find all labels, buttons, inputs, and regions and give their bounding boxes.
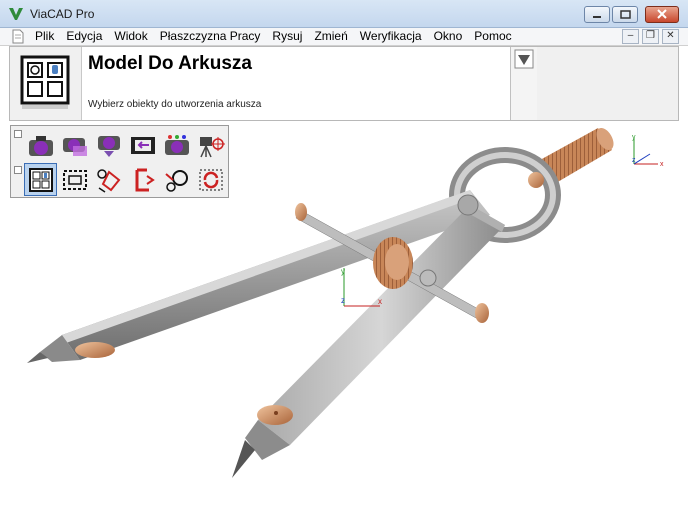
mdi-restore-button[interactable]: ❐	[642, 29, 659, 44]
menu-items: Plik Edycja Widok Płaszczyzna Pracy Rysu…	[35, 29, 524, 44]
triangle-down-icon	[514, 49, 534, 69]
menu-bar: Plik Edycja Widok Płaszczyzna Pracy Rysu…	[0, 28, 688, 46]
camera-alt-button[interactable]	[160, 128, 193, 161]
tool-title: Model Do Arkusza	[88, 53, 252, 74]
trim-bracket-icon	[135, 168, 155, 191]
tool-header: Model Do Arkusza Wybierz obiekty do utwo…	[9, 46, 679, 121]
floating-toolbar	[10, 125, 229, 198]
camera-view-button[interactable]	[24, 128, 57, 161]
model-to-sheet-icon	[20, 55, 70, 109]
model-to-sheet-button[interactable]	[24, 163, 57, 196]
menu-okno[interactable]: Okno	[434, 29, 470, 44]
axis-y-label: y	[341, 267, 345, 276]
menu-edycja[interactable]: Edycja	[66, 29, 109, 44]
tripod-target-icon	[199, 136, 225, 157]
mdi-restore-icon: ❐	[646, 30, 655, 41]
close-button[interactable]	[645, 6, 679, 23]
model-to-sheet-icon	[28, 167, 53, 192]
title-bar: ViaCAD Pro	[0, 0, 688, 28]
axis-x-label: x	[378, 297, 382, 306]
small-axis-z-label: z	[632, 157, 636, 164]
camera-alt-icon	[164, 134, 189, 155]
camera-stack-icon	[62, 137, 87, 156]
rectangle-select-button[interactable]	[58, 163, 91, 196]
viacad-logo-icon	[9, 8, 23, 20]
minimize-icon	[593, 16, 601, 18]
orientation-axis-indicator: y z x	[632, 134, 664, 168]
document-icon[interactable]	[12, 29, 24, 44]
menu-pomoc[interactable]: Pomoc	[474, 29, 518, 44]
mdi-close-icon: ✕	[666, 30, 675, 41]
menu-rysuj[interactable]: Rysuj	[272, 29, 309, 44]
tripod-target-button[interactable]	[194, 128, 227, 161]
window-title: ViaCAD Pro	[30, 7, 95, 21]
mdi-minimize-button[interactable]: –	[622, 29, 639, 44]
world-axis-indicator: y z x	[341, 267, 382, 307]
axis-z-label: z	[341, 296, 345, 305]
small-axis-x-label: x	[660, 161, 664, 168]
refresh-button[interactable]	[194, 163, 227, 196]
menu-zmien[interactable]: Zmień	[314, 29, 354, 44]
pivot-joint	[457, 194, 479, 216]
toolbar-row-1	[24, 128, 227, 161]
film-import-icon	[130, 136, 155, 154]
circle-arrow-icon	[164, 169, 188, 192]
camera-purple-icon	[28, 135, 53, 156]
rotate-shape-button[interactable]	[92, 163, 125, 196]
menu-plik[interactable]: Plik	[35, 29, 61, 44]
header-dropdown-button[interactable]	[510, 47, 537, 120]
small-axis-y-label: y	[632, 134, 636, 141]
menu-weryfikacja[interactable]: Weryfikacja	[360, 29, 429, 44]
toolbar-row1-grip[interactable]	[14, 130, 22, 138]
mdi-close-button[interactable]: ✕	[662, 29, 679, 44]
maximize-icon	[620, 10, 631, 19]
rotate-shape-icon	[96, 168, 120, 193]
tool-icon-area	[10, 47, 82, 120]
rectangle-select-icon	[62, 169, 87, 190]
leg-joint	[419, 269, 437, 287]
menu-plaszczyzna-pracy[interactable]: Płaszczyzna Pracy	[160, 29, 268, 44]
minimize-button[interactable]	[584, 6, 610, 23]
camera-down-icon	[97, 135, 120, 157]
maximize-button[interactable]	[612, 6, 638, 23]
film-import-button[interactable]	[126, 128, 159, 161]
refresh-icon	[199, 169, 222, 190]
circle-arrow-button[interactable]	[160, 163, 193, 196]
camera-stack-button[interactable]	[58, 128, 91, 161]
toolbar-row2-grip[interactable]	[14, 166, 22, 174]
trim-bracket-button[interactable]	[126, 163, 159, 196]
toolbar-row-2	[24, 163, 227, 196]
tool-prompt: Wybierz obiekty do utworzenia arkusza	[88, 99, 262, 110]
close-icon	[657, 9, 667, 19]
header-empty-area	[537, 47, 678, 120]
camera-down-button[interactable]	[92, 128, 125, 161]
menu-widok[interactable]: Widok	[114, 29, 154, 44]
mdi-minimize-icon: –	[627, 30, 634, 41]
